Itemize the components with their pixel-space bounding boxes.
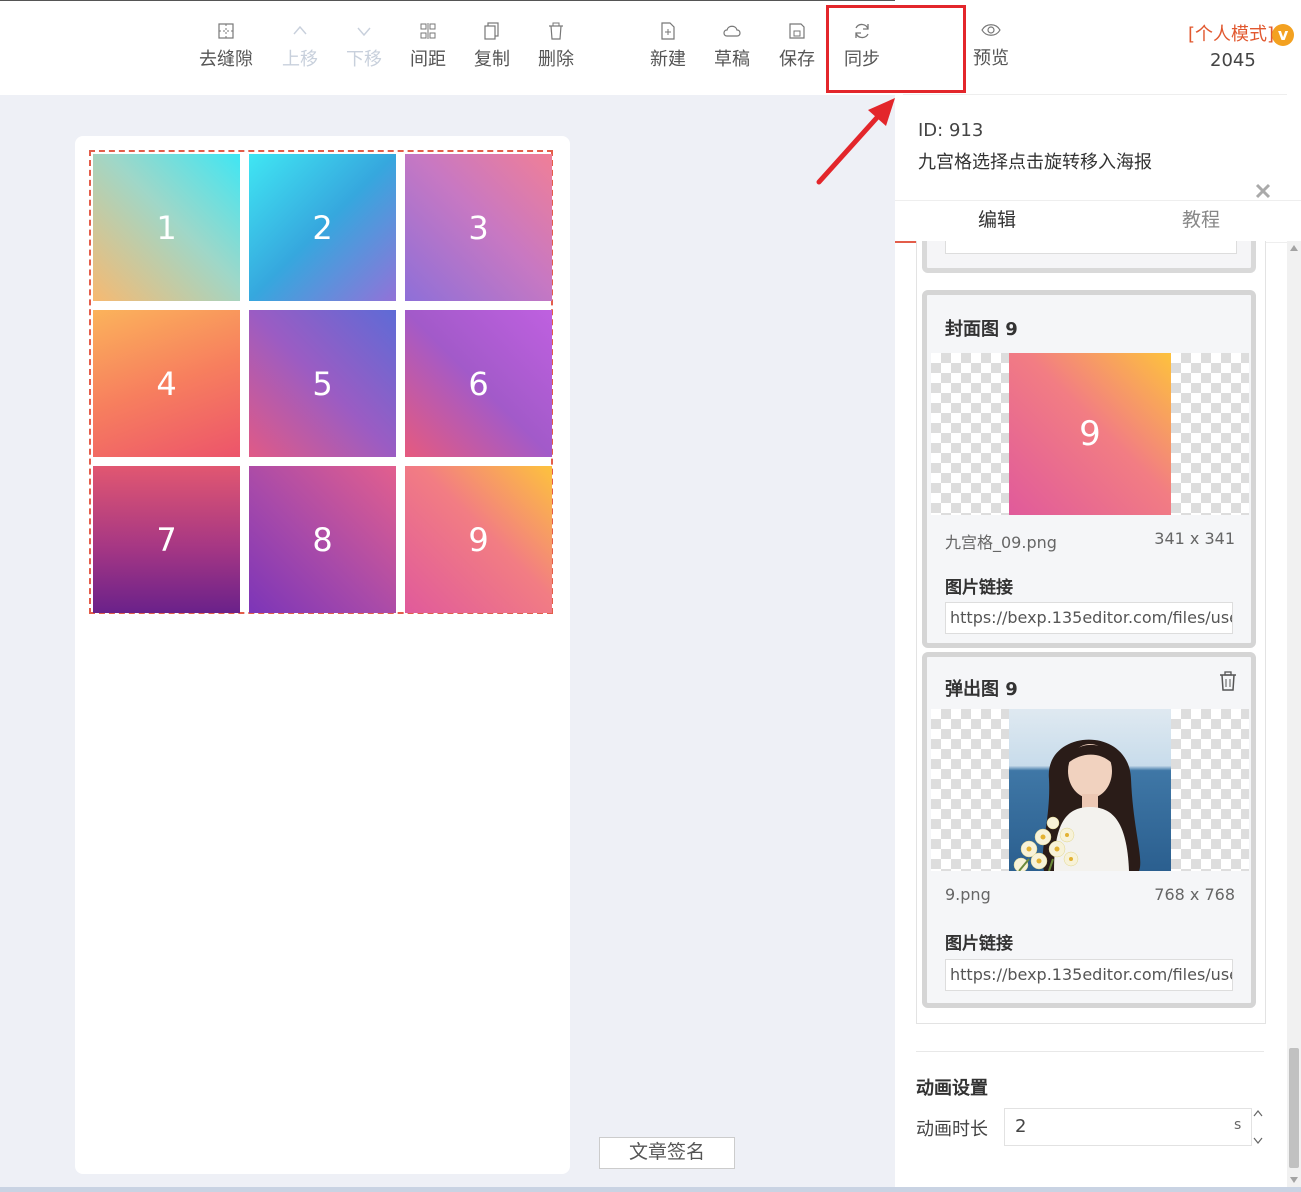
draft-button[interactable]: 草稿 bbox=[700, 21, 764, 71]
spacing-button[interactable]: 间距 bbox=[396, 21, 460, 71]
copy-icon bbox=[484, 22, 499, 40]
popup-link-input[interactable]: https://bexp.135editor.com/files/users/0… bbox=[945, 959, 1233, 991]
sync-export-highlight-box bbox=[826, 5, 966, 93]
grid-cell-1[interactable]: 1 bbox=[93, 154, 240, 301]
remove-gap-label: 去缝隙 bbox=[199, 49, 253, 70]
grid-cell-7[interactable]: 7 bbox=[93, 466, 240, 613]
popup-link-label: 图片链接 bbox=[945, 934, 1013, 954]
grid-cell-3[interactable]: 3 bbox=[405, 154, 552, 301]
copy-button[interactable]: 复制 bbox=[460, 21, 524, 71]
grid-cell-9[interactable]: 9 bbox=[405, 466, 552, 613]
eye-icon bbox=[981, 24, 1001, 36]
popup-file-name: 9.png bbox=[945, 885, 991, 904]
article-signature-button[interactable]: 文章签名 bbox=[599, 1137, 735, 1169]
move-up-button[interactable]: 上移 bbox=[268, 21, 332, 71]
copy-label: 复制 bbox=[474, 49, 510, 70]
spacing-label: 间距 bbox=[410, 49, 446, 70]
scroll-down-icon[interactable] bbox=[1290, 1177, 1298, 1183]
previous-link-input[interactable] bbox=[945, 241, 1237, 254]
cloud-icon bbox=[723, 25, 741, 37]
animation-duration-input[interactable]: 2 bbox=[1004, 1108, 1252, 1146]
template-description: 九宫格选择点击旋转移入海报 bbox=[918, 152, 1152, 173]
grid-cell-8[interactable]: 8 bbox=[249, 466, 396, 613]
popup-card-title: 弹出图 9 bbox=[945, 679, 1018, 700]
mode-label: [个人模式] bbox=[1188, 24, 1275, 45]
account-count: 2045 bbox=[1210, 50, 1256, 71]
personal-mode-link[interactable]: [个人模式] v bbox=[1188, 20, 1295, 46]
move-up-label: 上移 bbox=[282, 49, 318, 70]
tab-tutorial[interactable]: 教程 bbox=[1099, 201, 1301, 241]
delete-button[interactable]: 删除 bbox=[524, 21, 588, 71]
tab-edit[interactable]: 编辑 bbox=[895, 201, 1099, 243]
cover-link-label: 图片链接 bbox=[945, 578, 1013, 598]
cover-file-size: 341 x 341 bbox=[1154, 529, 1235, 548]
cover-file-name: 九宫格_09.png bbox=[945, 533, 1057, 552]
cover-card-title: 封面图 9 bbox=[945, 319, 1018, 340]
cover-link-input[interactable]: https://bexp.135editor.com/files/users/0… bbox=[945, 602, 1233, 634]
cover-image-preview[interactable]: 9 bbox=[931, 353, 1249, 515]
animation-duration-unit: s bbox=[1234, 1117, 1242, 1133]
trash-icon bbox=[549, 22, 563, 40]
grid-cell-5[interactable]: 5 bbox=[249, 310, 396, 457]
animation-settings-title: 动画设置 bbox=[916, 1078, 988, 1099]
panel-tabs: 编辑 教程 bbox=[895, 200, 1301, 243]
popup-image-card: 弹出图 9 9.png 768 x 768 图片链接 https://bexp.… bbox=[922, 652, 1256, 1008]
move-down-label: 下移 bbox=[346, 49, 382, 70]
chevron-up-icon bbox=[293, 25, 307, 35]
delete-label: 删除 bbox=[538, 49, 574, 70]
chevron-down-icon bbox=[357, 27, 371, 37]
toolbar: 去缝隙 上移 下移 间距 复制 删除 新建 草稿 保存 同步 导出 bbox=[0, 0, 945, 95]
spacing-icon bbox=[420, 23, 436, 39]
grid-cell-6[interactable]: 6 bbox=[405, 310, 552, 457]
new-label: 新建 bbox=[650, 49, 686, 70]
save-icon bbox=[789, 23, 805, 39]
vip-badge: v bbox=[1272, 24, 1295, 46]
previous-card-bottom bbox=[922, 241, 1256, 273]
new-file-icon bbox=[661, 22, 675, 40]
move-down-button[interactable]: 下移 bbox=[332, 21, 396, 71]
preview-button[interactable]: 预览 bbox=[959, 20, 1023, 70]
cover-image-thumb: 9 bbox=[1009, 353, 1171, 515]
tools-icon[interactable] bbox=[1255, 183, 1273, 199]
divider bbox=[903, 94, 1287, 95]
trash-icon[interactable] bbox=[1219, 671, 1237, 691]
new-button[interactable]: 新建 bbox=[636, 21, 700, 71]
save-button[interactable]: 保存 bbox=[765, 21, 829, 71]
scrollbar-thumb[interactable] bbox=[1289, 1048, 1299, 1168]
template-id: ID: 913 bbox=[918, 120, 984, 141]
divider bbox=[916, 1051, 1264, 1052]
popup-image-preview[interactable] bbox=[931, 709, 1249, 871]
bottom-border bbox=[0, 1187, 1301, 1192]
grid-cell-4[interactable]: 4 bbox=[93, 310, 240, 457]
stepper-arrows-icon bbox=[1253, 1110, 1263, 1144]
duration-stepper[interactable] bbox=[1252, 1108, 1264, 1146]
save-label: 保存 bbox=[779, 49, 815, 70]
draft-label: 草稿 bbox=[714, 49, 750, 70]
popup-file-size: 768 x 768 bbox=[1154, 885, 1235, 904]
animation-duration-label: 动画时长 bbox=[916, 1119, 988, 1140]
grid-gap-icon bbox=[218, 23, 234, 39]
red-arrow-icon bbox=[816, 98, 895, 185]
remove-gap-button[interactable]: 去缝隙 bbox=[194, 21, 258, 71]
cover-image-card: 封面图 9 9 九宫格_09.png 341 x 341 图片链接 https:… bbox=[922, 290, 1256, 648]
scroll-up-icon[interactable] bbox=[1290, 245, 1298, 251]
preview-label: 预览 bbox=[973, 48, 1009, 69]
grid-cell-2[interactable]: 2 bbox=[249, 154, 396, 301]
portrait-photo bbox=[1009, 709, 1171, 871]
